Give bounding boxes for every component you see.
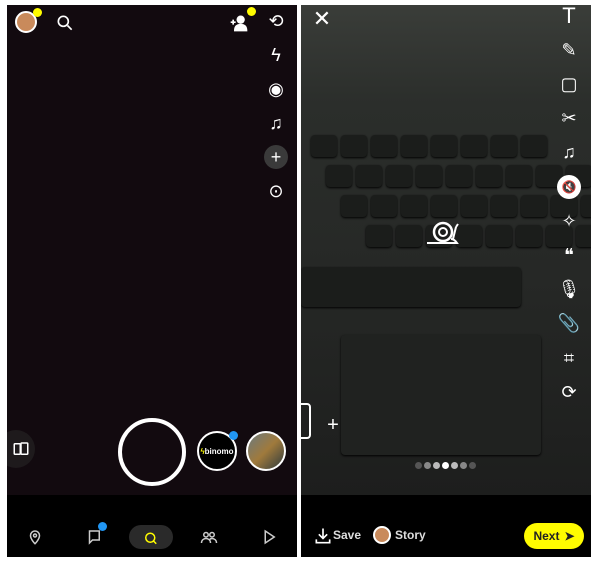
flash-off-icon[interactable]: ϟ bbox=[264, 43, 288, 67]
music-icon[interactable]: ♫ bbox=[264, 111, 288, 135]
nav-map-pin[interactable] bbox=[23, 525, 47, 549]
plus-icon[interactable]: + bbox=[321, 413, 345, 437]
camera-screen: ⟲ ϟ ◉ ♫ + ⊙ ϟ binomo bbox=[7, 5, 297, 557]
microphone-icon[interactable]: 🎙 bbox=[557, 278, 581, 302]
close-icon[interactable]: ✕ bbox=[310, 6, 334, 31]
keyboard-key bbox=[521, 135, 547, 157]
download-icon[interactable] bbox=[311, 524, 335, 548]
page-dot[interactable] bbox=[415, 462, 422, 469]
next-label: Next bbox=[533, 529, 560, 543]
search-icon[interactable] bbox=[53, 11, 77, 35]
keyboard-key bbox=[516, 225, 542, 247]
plus-icon[interactable]: + bbox=[264, 145, 288, 169]
save-button[interactable]: Save bbox=[333, 528, 361, 542]
chat-badge bbox=[98, 522, 107, 531]
story-avatar bbox=[373, 526, 391, 544]
keyboard-key bbox=[341, 135, 367, 157]
flip-camera-icon[interactable]: ⟲ bbox=[264, 9, 288, 33]
keyboard-key bbox=[461, 135, 487, 157]
music-icon[interactable]: ♫ bbox=[557, 141, 581, 165]
keyboard-key bbox=[401, 195, 427, 217]
keyboard-key bbox=[486, 225, 512, 247]
paperclip-icon[interactable]: 📎 bbox=[557, 312, 581, 336]
story-button[interactable]: Story bbox=[395, 528, 426, 542]
text-icon[interactable]: T bbox=[557, 5, 581, 28]
keyboard-key bbox=[416, 165, 442, 187]
keyboard-key bbox=[356, 165, 382, 187]
keyboard-key bbox=[371, 135, 397, 157]
story-label: binomo bbox=[204, 446, 234, 456]
editor-screen: ✕ + T ✎ ▢ ✂ ♫ 🔇 ✧ ❝ 🎙 📎 ⌗ ⟳ Save Story Next ➤ bbox=[301, 5, 591, 557]
keyboard-key bbox=[366, 225, 392, 247]
page-dot[interactable] bbox=[451, 462, 458, 469]
keyboard-key bbox=[431, 195, 457, 217]
page-dot[interactable] bbox=[424, 462, 431, 469]
keyboard-key bbox=[326, 165, 352, 187]
memories-icon bbox=[13, 442, 29, 455]
capture-button[interactable] bbox=[118, 418, 186, 486]
page-dot[interactable] bbox=[442, 462, 449, 469]
keyboard-key bbox=[521, 195, 547, 217]
crop-icon[interactable]: ⌗ bbox=[557, 346, 581, 370]
scissors-icon[interactable]: ✂ bbox=[557, 107, 581, 131]
keyboard-key bbox=[311, 135, 337, 157]
keyboard-key bbox=[491, 195, 517, 217]
story-thumbnail[interactable] bbox=[246, 431, 286, 471]
keyboard-spacebar bbox=[301, 267, 521, 307]
keyboard-key bbox=[446, 165, 472, 187]
video-chat-icon[interactable]: ◉ bbox=[264, 77, 288, 101]
keyboard-key bbox=[581, 195, 591, 217]
touchpad bbox=[341, 335, 541, 455]
mute-icon[interactable]: 🔇 bbox=[557, 175, 581, 199]
quote-icon[interactable]: ❝ bbox=[557, 243, 581, 267]
keyboard-key bbox=[371, 195, 397, 217]
notification-badge bbox=[247, 7, 256, 16]
trim-handle[interactable] bbox=[301, 403, 311, 439]
keyboard-key bbox=[341, 195, 367, 217]
nav-friends[interactable] bbox=[197, 525, 221, 549]
play-icon bbox=[264, 529, 276, 545]
page-dot[interactable] bbox=[469, 462, 476, 469]
nav-play[interactable] bbox=[257, 525, 281, 549]
keyboard-key bbox=[401, 135, 427, 157]
sticker-icon[interactable]: ▢ bbox=[557, 72, 581, 96]
camera-lens-icon bbox=[145, 532, 157, 545]
page-dot[interactable] bbox=[460, 462, 467, 469]
friends-icon bbox=[200, 531, 218, 544]
pencil-icon[interactable]: ✎ bbox=[557, 38, 581, 62]
next-button[interactable]: Next ➤ bbox=[524, 523, 584, 549]
snail-icon bbox=[423, 217, 463, 247]
lens-icon[interactable]: ✧ bbox=[557, 209, 581, 233]
map-pin-icon bbox=[29, 530, 41, 545]
send-arrow-icon: ➤ bbox=[564, 529, 575, 543]
nav-camera-lens[interactable] bbox=[129, 525, 173, 549]
keyboard-key bbox=[476, 165, 502, 187]
loop-icon[interactable]: ⟳ bbox=[557, 380, 581, 404]
keyboard-key bbox=[506, 165, 532, 187]
keyboard-key bbox=[431, 135, 457, 157]
page-dot[interactable] bbox=[433, 462, 440, 469]
keyboard-key bbox=[396, 225, 422, 247]
keyboard-key bbox=[461, 195, 487, 217]
keyboard-key bbox=[491, 135, 517, 157]
avatar-badge bbox=[33, 8, 42, 17]
story-badge bbox=[229, 431, 238, 440]
scan-icon[interactable]: ⊙ bbox=[264, 179, 288, 203]
keyboard-key bbox=[386, 165, 412, 187]
